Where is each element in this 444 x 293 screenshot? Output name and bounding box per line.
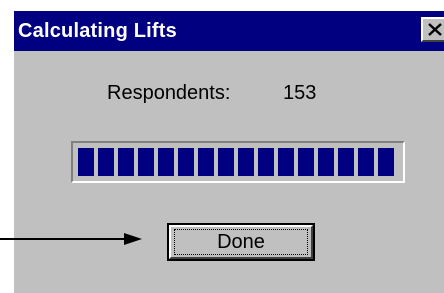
done-button[interactable]: Done <box>167 223 315 261</box>
respondents-label: Respondents: <box>107 82 231 104</box>
done-button-label: Done <box>217 231 265 253</box>
respondents-count: 153 <box>283 82 317 104</box>
window-title: Calculating Lifts <box>18 20 177 42</box>
title-bar[interactable]: Calculating Lifts <box>14 11 444 51</box>
close-icon <box>428 23 442 36</box>
screenshot-stage: Calculating Lifts Respondents: 153 Done <box>0 0 444 293</box>
close-button[interactable] <box>421 17 444 42</box>
progress-fill <box>78 148 398 176</box>
progress-bar <box>71 141 405 183</box>
calculating-lifts-dialog: Calculating Lifts Respondents: 153 Done <box>12 9 444 293</box>
pointer-arrow-icon <box>0 233 142 245</box>
